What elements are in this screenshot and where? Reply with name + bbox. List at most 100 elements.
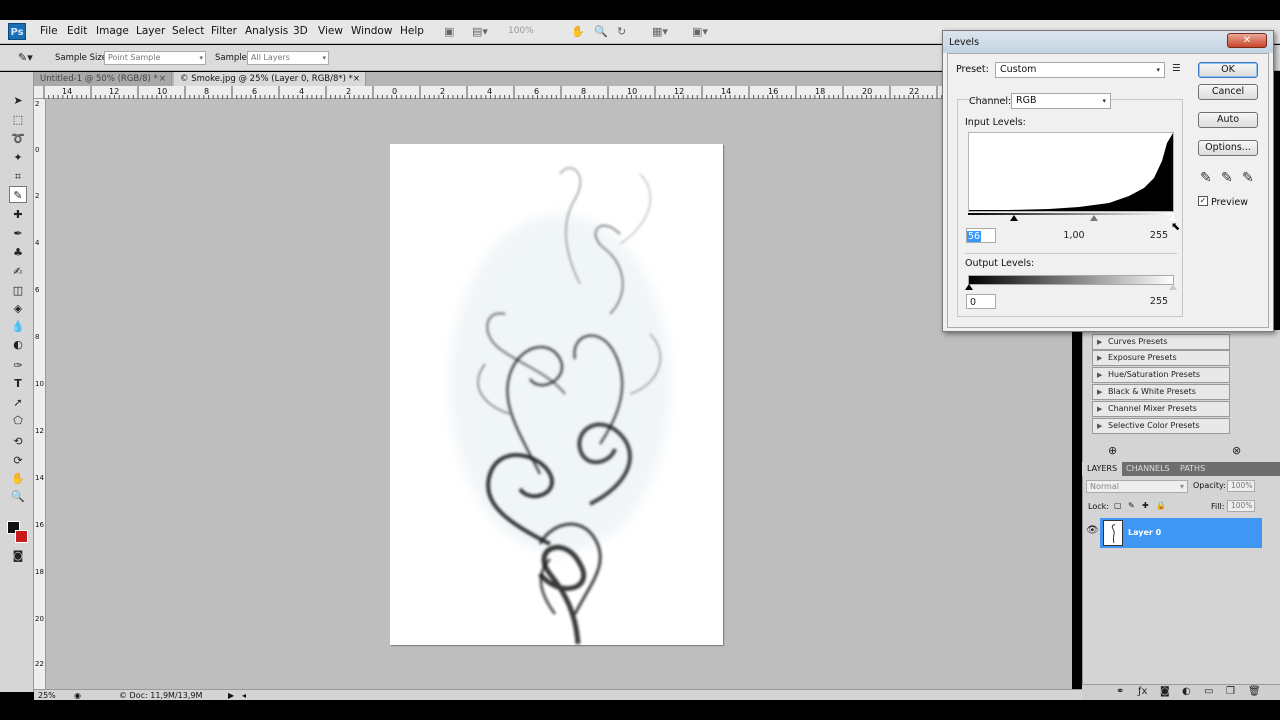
menu-window[interactable]: Window bbox=[351, 25, 392, 37]
output-white-slider[interactable] bbox=[1169, 284, 1177, 290]
zoom-tool-icon[interactable]: 🔍 bbox=[9, 488, 27, 505]
preset-row-channel-mixer[interactable]: ▶ Channel Mixer Presets bbox=[1092, 401, 1230, 417]
history-brush-tool-icon[interactable]: ✍ bbox=[9, 263, 27, 280]
layer-thumbnail[interactable] bbox=[1103, 520, 1123, 546]
blend-mode-select[interactable]: Normal ▾ bbox=[1086, 480, 1188, 493]
menu-select[interactable]: Select bbox=[172, 25, 204, 37]
output-black-slider[interactable] bbox=[965, 284, 973, 290]
input-black-field[interactable]: 56 bbox=[966, 228, 996, 243]
zoom-icon[interactable]: 🔍 bbox=[594, 24, 608, 40]
cancel-button[interactable]: Cancel bbox=[1198, 84, 1258, 100]
preset-row-selective-color[interactable]: ▶ Selective Color Presets bbox=[1092, 418, 1230, 434]
lock-position-icon[interactable]: ✚ bbox=[1142, 501, 1149, 510]
blur-tool-icon[interactable]: 💧 bbox=[9, 318, 27, 335]
gray-point-eyedropper-icon[interactable]: ✎ bbox=[1221, 170, 1233, 186]
eye-icon[interactable]: 👁 bbox=[1086, 525, 1099, 536]
clone-stamp-tool-icon[interactable]: ♣ bbox=[9, 244, 27, 261]
brush-tool-icon[interactable]: ✒ bbox=[9, 225, 27, 242]
screen-mode-icon[interactable]: ▣▾ bbox=[692, 24, 708, 40]
menu-help[interactable]: Help bbox=[400, 25, 424, 37]
menu-file[interactable]: File bbox=[40, 25, 58, 37]
healing-brush-tool-icon[interactable]: ✚ bbox=[9, 206, 27, 223]
paint-bucket-tool-icon[interactable]: ◈ bbox=[9, 300, 27, 317]
lock-all-icon[interactable]: 🔒 bbox=[1156, 501, 1166, 510]
link-layers-icon[interactable]: ⚭ bbox=[1116, 686, 1124, 697]
channel-select[interactable]: RGB ▾ bbox=[1011, 93, 1111, 109]
view-extras-icon[interactable]: ▤▾ bbox=[472, 24, 488, 40]
close-icon[interactable]: × bbox=[353, 72, 360, 86]
type-tool-icon[interactable]: T bbox=[9, 375, 27, 392]
levels-titlebar[interactable] bbox=[943, 31, 1273, 53]
layer-style-icon[interactable]: ƒx bbox=[1138, 686, 1147, 697]
layer-name[interactable]: Layer 0 bbox=[1128, 528, 1161, 537]
eyedropper-tool-icon[interactable]: ✎ bbox=[9, 186, 27, 203]
eyedropper-tool-icon[interactable]: ✎▾ bbox=[18, 51, 33, 64]
tab-paths[interactable]: PATHS bbox=[1175, 462, 1210, 476]
eraser-tool-icon[interactable]: ◫ bbox=[9, 282, 27, 299]
bridge-icon[interactable]: ▣ bbox=[444, 24, 454, 40]
tab-untitled-1[interactable]: Untitled-1 @ 50% (RGB/8) * × bbox=[34, 72, 172, 86]
preset-row-black-white[interactable]: ▶ Black & White Presets bbox=[1092, 384, 1230, 400]
zoom-level-select[interactable]: 100% bbox=[508, 24, 550, 39]
lock-transparency-icon[interactable]: ▢ bbox=[1114, 501, 1122, 510]
sample-size-select[interactable]: Point Sample ▾ bbox=[104, 51, 206, 65]
delete-layer-icon[interactable]: 🗑 bbox=[1248, 686, 1261, 697]
3d-rotate-tool-icon[interactable]: ⟲ bbox=[9, 433, 27, 450]
preset-options-icon[interactable]: ☰ bbox=[1172, 63, 1181, 74]
preset-row-exposure[interactable]: ▶ Exposure Presets bbox=[1092, 350, 1230, 366]
arrange-documents-icon[interactable]: ▦▾ bbox=[652, 24, 668, 40]
preset-row-curves[interactable]: ▶ Curves Presets bbox=[1092, 334, 1230, 350]
preset-row-hue-saturation[interactable]: ▶ Hue/Saturation Presets bbox=[1092, 367, 1230, 383]
options-button[interactable]: Options... bbox=[1198, 140, 1258, 156]
pen-tool-icon[interactable]: ✑ bbox=[9, 357, 27, 374]
fill-input[interactable]: 100% bbox=[1227, 500, 1255, 512]
close-icon[interactable]: × bbox=[159, 72, 166, 86]
layer-row[interactable] bbox=[1100, 518, 1262, 548]
ok-button[interactable]: OK bbox=[1198, 62, 1258, 78]
menu-edit[interactable]: Edit bbox=[67, 25, 87, 37]
preset-select[interactable]: Custom ▾ bbox=[995, 62, 1165, 78]
menu-analysis[interactable]: Analysis bbox=[245, 25, 288, 37]
menu-filter[interactable]: Filter bbox=[211, 25, 237, 37]
magic-wand-tool-icon[interactable]: ✦ bbox=[9, 149, 27, 166]
preview-checkbox[interactable]: ✓ bbox=[1198, 196, 1208, 206]
move-tool-icon[interactable]: ➤ bbox=[9, 92, 27, 109]
menu-3d[interactable]: 3D bbox=[293, 25, 308, 37]
lock-image-icon[interactable]: ✎ bbox=[1128, 501, 1135, 510]
black-point-eyedropper-icon[interactable]: ✎ bbox=[1200, 170, 1212, 186]
tab-layers[interactable]: LAYERS bbox=[1082, 462, 1123, 476]
adjustment-icon[interactable]: ◐ bbox=[1182, 686, 1191, 697]
marquee-tool-icon[interactable]: ⬚ bbox=[9, 111, 27, 128]
tab-channels[interactable]: CHANNELS bbox=[1121, 462, 1175, 476]
layer-mask-icon[interactable]: ◙ bbox=[1160, 686, 1170, 697]
clip-icon[interactable]: ⊗ bbox=[1232, 444, 1241, 457]
quick-mask-icon[interactable]: ◙ bbox=[9, 547, 27, 564]
menu-view[interactable]: View bbox=[318, 25, 343, 37]
auto-button[interactable]: Auto bbox=[1198, 112, 1258, 128]
input-black-slider[interactable] bbox=[1010, 215, 1018, 221]
adjustment-layer-icon[interactable]: ⊕ bbox=[1108, 444, 1117, 457]
output-black-field[interactable]: 0 bbox=[966, 294, 996, 309]
new-group-icon[interactable]: ▭ bbox=[1204, 686, 1213, 697]
menu-layer[interactable]: Layer bbox=[136, 25, 165, 37]
dodge-tool-icon[interactable]: ◐ bbox=[9, 336, 27, 353]
lasso-tool-icon[interactable]: ➰ bbox=[9, 130, 27, 147]
3d-orbit-tool-icon[interactable]: ⟳ bbox=[9, 452, 27, 469]
background-color-swatch[interactable] bbox=[15, 530, 28, 543]
close-button[interactable]: ✕ bbox=[1227, 33, 1267, 48]
tab-smoke-jpg[interactable]: © Smoke.jpg @ 25% (Layer 0, RGB/8*) * × bbox=[174, 72, 366, 86]
input-gamma-slider[interactable] bbox=[1090, 215, 1098, 221]
smoke-image[interactable] bbox=[390, 144, 723, 645]
path-selection-tool-icon[interactable]: ➚ bbox=[9, 394, 27, 411]
hand-tool-icon[interactable]: ✋ bbox=[9, 470, 27, 487]
rotate-view-icon[interactable]: ↻ bbox=[617, 24, 626, 40]
menu-image[interactable]: Image bbox=[96, 25, 129, 37]
new-layer-icon[interactable]: ❐ bbox=[1226, 686, 1235, 697]
opacity-input[interactable]: 100% bbox=[1227, 480, 1255, 492]
hand-icon[interactable]: ✋ bbox=[571, 24, 585, 40]
output-white-field[interactable]: 255 bbox=[1143, 294, 1175, 309]
input-gamma-field[interactable]: 1,00 bbox=[1054, 228, 1094, 243]
sample-layers-select[interactable]: All Layers ▾ bbox=[247, 51, 329, 65]
white-point-eyedropper-icon[interactable]: ✎ bbox=[1242, 170, 1254, 186]
shape-tool-icon[interactable]: ⬠ bbox=[9, 412, 27, 429]
